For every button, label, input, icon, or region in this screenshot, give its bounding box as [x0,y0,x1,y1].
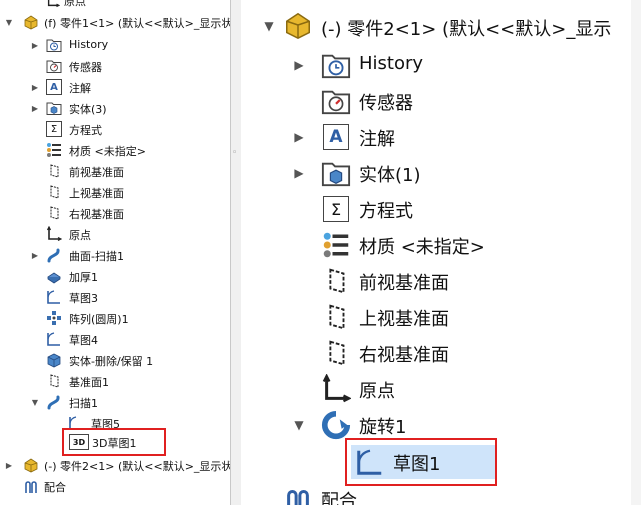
part-icon [283,10,313,40]
tree-item-material[interactable]: 材质 <未指定> [0,141,231,159]
left-feature-tree: 原点 ▼ (f) 零件1<1> (默认<<默认>_显示状 ▶ History 传… [0,0,231,505]
origin-icon [45,0,61,9]
tree-item-origin[interactable]: 原点 [0,225,231,243]
mate-icon [283,484,313,505]
tree-item-annotations[interactable]: ▶ A 注解 [0,78,231,96]
expand-arrow-icon[interactable]: ▶ [30,249,40,261]
tree-item-sensors[interactable]: 传感器 [0,57,231,75]
tree-item-sketch3[interactable]: 草图3 [0,288,231,306]
circular-pattern-icon [46,310,62,326]
tree-item-mates[interactable]: 配合 [241,483,641,505]
plane-icon [321,266,351,296]
right-feature-tree-zoomed: ▼ (-) 零件2<1> (默认<<默认>_显示 ▶ History 传感器 ▶… [241,0,641,505]
right-scrollbar[interactable] [631,0,641,505]
tree-item-body-delete-keep[interactable]: 实体-删除/保留 1 [0,351,231,369]
tree-item-bodies[interactable]: ▶ 实体(1) [241,157,641,189]
tree-item-equations[interactable]: Σ 方程式 [241,193,641,225]
sensor-icon [321,86,351,116]
plane-icon [46,184,62,200]
tree-item-bodies[interactable]: ▶ 实体(3) [0,99,231,117]
tree-item-surface-sweep[interactable]: ▶ 曲面-扫描1 [0,246,231,264]
tree-item-top-plane[interactable]: 上视基准面 [0,183,231,201]
tree-item-history[interactable]: ▶ History [241,49,641,81]
revolve-icon [321,410,351,440]
plane-icon [46,205,62,221]
collapse-arrow-icon[interactable]: ▼ [4,16,14,28]
mate-icon [23,478,39,494]
tree-item-revolve1[interactable]: ▼ 旋转1 [241,409,641,441]
tree-item-circular-pattern[interactable]: 阵列(圆周)1 [0,309,231,327]
highlight-box-3d-sketch [62,428,166,456]
tree-item-front-plane[interactable]: 前视基准面 [0,162,231,180]
sketch-icon [46,289,62,305]
equation-icon: Σ [46,121,62,137]
tree-item-origin[interactable]: 原点 [241,373,641,405]
part-icon [23,457,39,473]
part-icon [23,14,39,30]
expand-arrow-icon[interactable]: ▶ [30,102,40,114]
sketch-icon [46,331,62,347]
tree-item-mates[interactable]: 配合 [0,477,231,495]
tree-item-sketch4[interactable]: 草图4 [0,330,231,348]
origin-icon [46,226,62,242]
tree-item-right-plane[interactable]: 右视基准面 [241,337,641,369]
plane-icon [321,302,351,332]
tree-item-material[interactable]: 材质 <未指定> [241,229,641,261]
expand-arrow-icon[interactable]: ▶ [30,39,40,51]
sensor-icon [46,58,62,74]
expand-arrow-icon[interactable]: ▶ [291,54,307,76]
tree-item-annotations[interactable]: ▶ A 注解 [241,121,641,153]
tree-item-plane1[interactable]: 基准面1 [0,372,231,390]
history-icon [321,50,351,80]
expand-arrow-icon[interactable]: ▶ [291,126,307,148]
panel-gap [231,0,241,505]
plane-icon [46,373,62,389]
expand-arrow-icon[interactable]: ▶ [4,459,14,471]
tree-item-equations[interactable]: Σ 方程式 [0,120,231,138]
tree-part2-expanded[interactable]: ▼ (-) 零件2<1> (默认<<默认>_显示 [241,10,641,42]
splitter-grip-icon[interactable]: ◦ [232,148,238,158]
tree-item-top-plane[interactable]: 上视基准面 [241,301,641,333]
sweep-icon [46,247,62,263]
tree-item-origin-partial[interactable]: 原点 [0,0,231,9]
tree-item-history[interactable]: ▶ History [0,36,231,54]
origin-icon [321,374,351,404]
collapse-arrow-icon[interactable]: ▼ [261,15,277,37]
sweep-icon [46,394,62,410]
body-folder-icon [46,100,62,116]
annotation-icon: A [323,124,349,150]
tree-item-thicken[interactable]: 加厚1 [0,267,231,285]
expand-arrow-icon[interactable]: ▶ [30,81,40,93]
annotation-icon: A [46,79,62,95]
expand-arrow-icon[interactable]: ▶ [291,162,307,184]
tree-part2[interactable]: ▶ (-) 零件2<1> (默认<<默认>_显示状 [0,456,231,474]
plane-icon [321,338,351,368]
history-icon [46,37,62,53]
tree-item-front-plane[interactable]: 前视基准面 [241,265,641,297]
tree-part1[interactable]: ▼ (f) 零件1<1> (默认<<默认>_显示状 [0,13,231,31]
collapse-arrow-icon[interactable]: ▼ [30,396,40,408]
material-icon [321,230,351,260]
tree-item-right-plane[interactable]: 右视基准面 [0,204,231,222]
equation-icon: Σ [323,196,349,222]
body-icon [46,352,62,368]
body-folder-icon [321,158,351,188]
collapse-arrow-icon[interactable]: ▼ [291,414,307,436]
highlight-box-sketch1 [345,438,497,486]
material-icon [46,142,62,158]
plane-icon [46,163,62,179]
tree-item-sweep1[interactable]: ▼ 扫描1 [0,393,231,411]
tree-item-sensors[interactable]: 传感器 [241,85,641,117]
thicken-icon [46,268,62,284]
